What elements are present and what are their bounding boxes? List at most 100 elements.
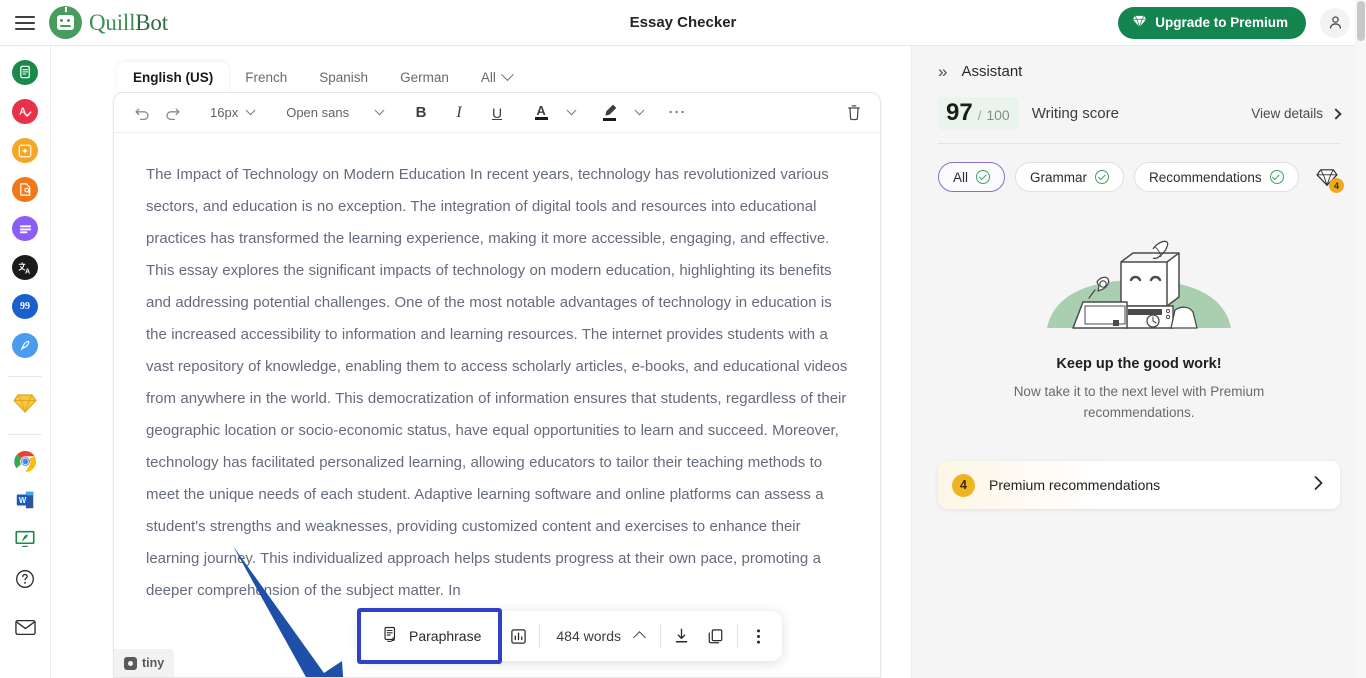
document-editor[interactable]: The Impact of Technology on Modern Educa… bbox=[114, 133, 880, 677]
filter-grammar-label: Grammar bbox=[1030, 170, 1087, 185]
check-circle-icon bbox=[1095, 170, 1109, 184]
page-scrollbar[interactable] bbox=[1355, 0, 1366, 678]
tab-french[interactable]: French bbox=[229, 62, 303, 93]
double-chevron-right-icon[interactable]: » bbox=[938, 63, 947, 80]
tab-all[interactable]: All bbox=[465, 62, 528, 93]
language-tabs: English (US) French Spanish German All bbox=[113, 56, 881, 92]
desktop-app-icon bbox=[14, 529, 36, 549]
sidebar-item-chrome-extension[interactable] bbox=[12, 449, 38, 474]
filter-all-label: All bbox=[953, 170, 968, 185]
undo-icon[interactable] bbox=[128, 99, 156, 127]
text-color-swatch bbox=[535, 117, 548, 120]
font-family-value: Open sans bbox=[286, 105, 349, 120]
check-circle-icon bbox=[1270, 170, 1284, 184]
sidebar-item-desktop-app[interactable] bbox=[12, 527, 38, 552]
filter-chip-recommendations[interactable]: Recommendations bbox=[1134, 162, 1299, 192]
premium-filter-button[interactable]: 4 bbox=[1314, 164, 1340, 190]
text-color-button[interactable]: A bbox=[527, 99, 555, 127]
toolbar-divider bbox=[660, 624, 661, 648]
delete-document-button[interactable] bbox=[840, 99, 868, 127]
sidebar-item-plagiarism-checker[interactable] bbox=[12, 177, 38, 202]
main-body: A A 99 bbox=[0, 46, 1366, 678]
upgrade-to-premium-button[interactable]: Upgrade to Premium bbox=[1118, 7, 1306, 39]
copy-button[interactable] bbox=[699, 619, 733, 653]
text-color-dropdown[interactable] bbox=[557, 99, 585, 127]
chevron-up-icon[interactable] bbox=[633, 631, 646, 644]
sidebar-item-summarizer[interactable] bbox=[12, 216, 38, 241]
underline-button[interactable]: U bbox=[483, 99, 511, 127]
highlighter-icon bbox=[602, 104, 617, 117]
filter-chip-grammar[interactable]: Grammar bbox=[1015, 162, 1124, 192]
paraphrase-button[interactable]: Paraphrase bbox=[360, 611, 501, 661]
font-size-select[interactable]: 16px bbox=[202, 99, 262, 127]
bold-button[interactable]: B bbox=[407, 99, 435, 127]
word-count-label: 484 words bbox=[544, 628, 635, 644]
view-details-link[interactable]: View details bbox=[1251, 106, 1340, 121]
paraphrase-label: Paraphrase bbox=[409, 628, 481, 644]
sidebar-item-grammar-checker[interactable]: A bbox=[12, 99, 38, 124]
top-bar-actions: Upgrade to Premium bbox=[1118, 7, 1350, 39]
download-button[interactable] bbox=[665, 619, 699, 653]
chevron-down-icon bbox=[501, 68, 514, 81]
toolbar-divider bbox=[737, 624, 738, 648]
editor-toolbar: 16px Open sans B I U bbox=[114, 93, 880, 133]
help-icon[interactable] bbox=[12, 566, 38, 592]
tab-german[interactable]: German bbox=[384, 62, 465, 93]
tinymce-label: tiny bbox=[142, 656, 164, 670]
premium-recommendations-card[interactable]: 4 Premium recommendations bbox=[938, 461, 1340, 509]
view-details-label: View details bbox=[1251, 106, 1323, 121]
sidebar-item-premium[interactable] bbox=[12, 391, 38, 416]
tab-spanish[interactable]: Spanish bbox=[303, 62, 384, 93]
quillbot-brand-logo[interactable]: QuillBot bbox=[49, 6, 168, 39]
redo-icon[interactable] bbox=[158, 99, 186, 127]
filter-chip-all[interactable]: All bbox=[938, 162, 1005, 192]
chevron-down-icon bbox=[246, 105, 256, 115]
chevron-down-icon bbox=[375, 105, 385, 115]
bar-chart-icon bbox=[510, 628, 527, 645]
chevron-right-icon bbox=[1330, 108, 1341, 119]
filter-chips: All Grammar Recommendations 4 bbox=[938, 162, 1340, 192]
text-color-letter: A bbox=[536, 105, 545, 116]
assistant-panel: » Assistant 97 / 100 Writing score View … bbox=[911, 46, 1366, 678]
diamond-icon bbox=[1132, 15, 1147, 30]
more-options-icon[interactable]: ⋯ bbox=[663, 99, 691, 127]
sidebar-item-translator[interactable]: A bbox=[12, 255, 38, 280]
empty-state-title: Keep up the good work! bbox=[1056, 356, 1221, 372]
font-size-value: 16px bbox=[210, 105, 238, 120]
word-addin-icon: W bbox=[14, 489, 36, 511]
contact-mail-icon[interactable] bbox=[12, 614, 38, 640]
tinymce-badge[interactable]: tiny bbox=[114, 649, 174, 677]
chevron-right-icon bbox=[1313, 475, 1324, 496]
sidebar-item-citation-generator[interactable]: 99 bbox=[12, 294, 38, 319]
left-tool-rail: A A 99 bbox=[0, 46, 51, 678]
scrollbar-thumb[interactable] bbox=[1357, 1, 1365, 41]
hamburger-menu-icon[interactable] bbox=[15, 16, 35, 30]
svg-text:A: A bbox=[25, 267, 30, 275]
font-family-select[interactable]: Open sans bbox=[278, 99, 391, 127]
premium-recommendations-count: 4 bbox=[952, 474, 975, 497]
sidebar-item-word-addin[interactable]: W bbox=[12, 488, 38, 513]
sidebar-item-ai-detector[interactable] bbox=[12, 138, 38, 163]
rail-bottom-group bbox=[12, 566, 38, 678]
premium-filter-badge: 4 bbox=[1329, 178, 1344, 193]
paraphrase-document-icon bbox=[382, 626, 399, 646]
upgrade-label: Upgrade to Premium bbox=[1155, 15, 1288, 30]
tab-english-us[interactable]: English (US) bbox=[117, 62, 229, 93]
statistics-button[interactable] bbox=[501, 619, 535, 653]
check-circle-icon bbox=[976, 170, 990, 184]
empty-state-subtitle: Now take it to the next level with Premi… bbox=[989, 381, 1289, 423]
trash-icon bbox=[846, 104, 862, 121]
highlight-color-dropdown[interactable] bbox=[625, 99, 653, 127]
account-avatar-button[interactable] bbox=[1320, 8, 1350, 38]
chevron-down-icon bbox=[634, 105, 644, 115]
sidebar-item-ai-writer[interactable] bbox=[12, 333, 38, 358]
download-icon bbox=[673, 627, 690, 645]
sidebar-item-paraphraser[interactable] bbox=[12, 60, 38, 85]
italic-button[interactable]: I bbox=[445, 99, 473, 127]
rail-divider-1 bbox=[8, 376, 42, 377]
svg-text:W: W bbox=[19, 497, 27, 506]
brand-name: QuillBot bbox=[89, 10, 168, 36]
more-vertical-icon[interactable] bbox=[742, 619, 776, 653]
highlight-color-button[interactable] bbox=[595, 99, 623, 127]
document-text[interactable]: The Impact of Technology on Modern Educa… bbox=[146, 159, 850, 607]
